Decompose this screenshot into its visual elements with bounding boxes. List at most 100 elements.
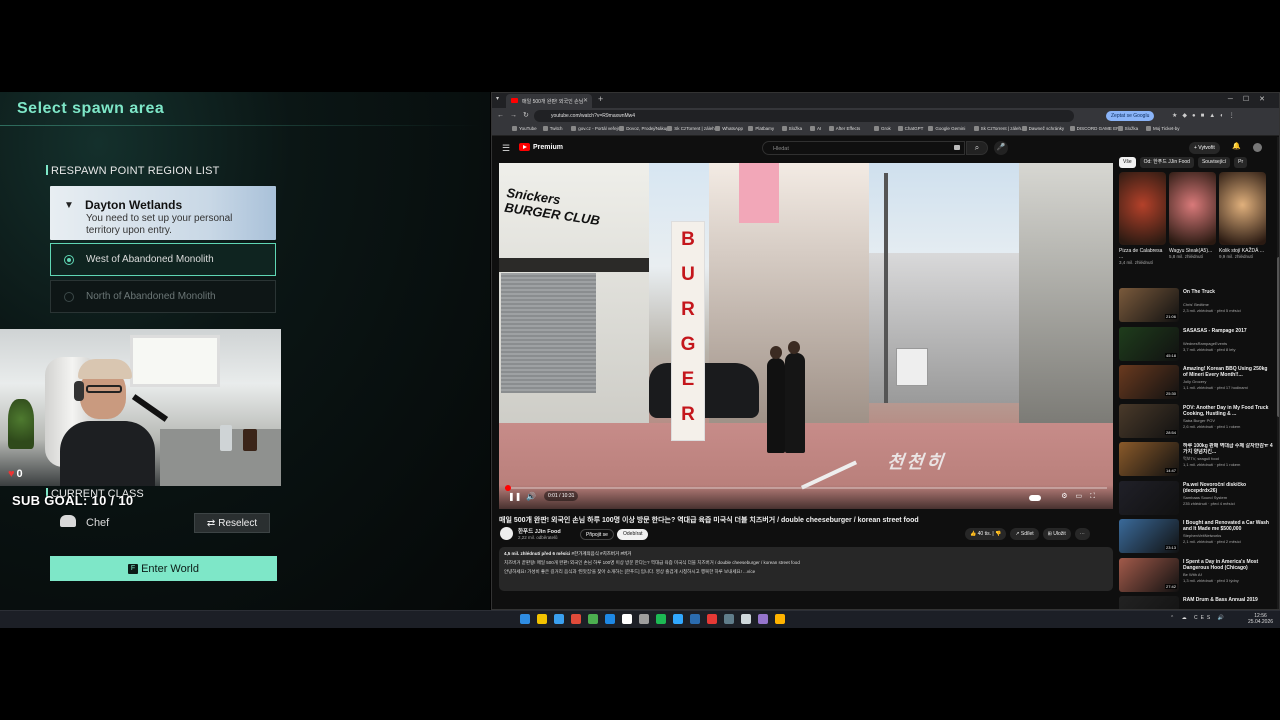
clock[interactable]: 12:56 25.04.2026	[1248, 613, 1273, 625]
short-card[interactable]: Wagyu Steak(A5)... 5,8 mil. zhlédnutí	[1169, 172, 1216, 259]
like-button[interactable]: 👍 40 tis. | 👎	[965, 528, 1007, 540]
bell-icon[interactable]: 🔔	[1232, 142, 1241, 150]
spawn-option-north-monolith[interactable]: North of Abandoned Monolith	[50, 280, 276, 313]
video-title[interactable]: POV: Another Day in My Food Truck Cookin…	[1183, 405, 1273, 417]
ask-google-button[interactable]: Zeptat se Googlu	[1106, 111, 1155, 121]
enter-world-button[interactable]: F Enter World	[50, 556, 277, 581]
save-button[interactable]: ⊞ Uložit	[1042, 528, 1071, 540]
filter-chip[interactable]: Související	[1197, 157, 1231, 168]
search-input[interactable]: Hledat	[762, 141, 965, 155]
short-card[interactable]: Pizza de Calabresa ... 3,4 mil. zhlédnutí	[1119, 172, 1166, 265]
steam-icon[interactable]	[605, 614, 615, 624]
channel-name[interactable]: 한푸드 JJin Food	[518, 527, 561, 535]
app-icon[interactable]	[758, 614, 768, 624]
app-icon[interactable]	[588, 614, 598, 624]
progress-bar[interactable]	[505, 485, 1107, 491]
bookmark-item[interactable]: Dovoz, Prodej/Nákup...	[619, 126, 672, 131]
search-icon[interactable]: ⌕	[966, 141, 988, 155]
app-icon[interactable]	[724, 614, 734, 624]
app-icon[interactable]	[690, 614, 700, 624]
channel-avatar[interactable]	[500, 527, 513, 540]
window-controls[interactable]: ─☐✕	[1228, 95, 1275, 103]
video-thumbnail[interactable]	[1119, 596, 1179, 609]
recommended-video[interactable]: 14:47 하루 100kg 판매 역대급 수제 갈자한감ㅠ 4가지 양념치킨..…	[1119, 441, 1275, 480]
new-tab-icon[interactable]: +	[598, 94, 603, 104]
file-explorer-icon[interactable]	[537, 614, 547, 624]
video-thumbnail[interactable]	[1119, 480, 1179, 515]
progress-knob[interactable]	[505, 485, 511, 491]
recommended-video[interactable]: 28:54 POV: Another Day in My Food Truck C…	[1119, 403, 1275, 442]
bookmark-item[interactable]: Složka	[1118, 126, 1139, 131]
notepad-icon[interactable]	[622, 614, 632, 624]
bookmark-item[interactable]: Twitch	[543, 126, 563, 131]
bookmark-item[interactable]: After Effects	[829, 126, 860, 131]
create-button[interactable]: + Vytvořit	[1189, 142, 1220, 154]
autoplay-toggle[interactable]	[1029, 495, 1041, 501]
volume-icon[interactable]: 🔊	[526, 492, 536, 501]
player-right-controls[interactable]: ⚙▭⛶	[1061, 492, 1103, 501]
recommended-video[interactable]: Pa.wei Novoroční diskíčko (decepdrdx26) S…	[1119, 480, 1275, 519]
recommended-video[interactable]: 27:42 I Spent a Day in America's Most Dan…	[1119, 557, 1275, 596]
spotify-icon[interactable]	[656, 614, 666, 624]
recommended-video[interactable]: 23:13 I Bought and Renovated a Car Wash a…	[1119, 518, 1275, 557]
start-icon[interactable]	[520, 614, 530, 624]
video-title[interactable]: On The Truck	[1183, 289, 1273, 295]
app-icon[interactable]	[741, 614, 751, 624]
bookmark-item[interactable]: Google Gemini	[928, 126, 965, 131]
video-title[interactable]: 하루 100kg 판매 역대급 수제 갈자한감ㅠ 4가지 양념치킨...	[1183, 443, 1273, 455]
video-title[interactable]: I Bought and Renovated a Car Wash and It…	[1183, 520, 1273, 532]
filter-chip[interactable]: Vše	[1119, 157, 1136, 168]
photoshop-icon[interactable]	[673, 614, 683, 624]
filter-chip[interactable]: Pr	[1234, 157, 1248, 168]
video-title[interactable]: Amazing! Korean BBQ Using 250kg of Miner…	[1183, 366, 1273, 378]
bookmark-item[interactable]: Dawnež schránky	[1022, 126, 1065, 131]
share-button[interactable]: ↗ Sdílet	[1010, 528, 1039, 540]
nav-buttons[interactable]: ←→↻	[497, 111, 535, 119]
recommended-video[interactable]: RAM Drum & Bass Annual 2019	[1119, 595, 1275, 609]
bookmark-item[interactable]: Složka	[782, 126, 803, 131]
bookmark-item[interactable]: Moj Ticket-by	[1146, 126, 1180, 131]
bookmark-item[interactable]: AI	[810, 126, 821, 131]
keyboard-icon[interactable]	[954, 145, 960, 150]
tab-search-icon[interactable]: ▾	[496, 95, 499, 102]
app-icon[interactable]	[775, 614, 785, 624]
join-button[interactable]: Připojit se	[580, 529, 614, 540]
avatar[interactable]	[1253, 143, 1262, 152]
system-tray[interactable]: ⌃ ☁ CES 🔊	[1170, 615, 1227, 621]
bookmark-item[interactable]: Platbamy	[748, 126, 774, 131]
video-title[interactable]: Pa.wei Novoroční diskíčko (decepdrdx26)	[1183, 482, 1273, 494]
video-player[interactable]: Snickers BURGER CLUB 천천히 BURGER ❚❚ 🔊 0:01…	[499, 163, 1113, 509]
tab-youtube[interactable]: 매일 500개 완판! 외국인 손님 ✕	[506, 94, 592, 108]
video-title[interactable]: RAM Drum & Bass Annual 2019	[1183, 597, 1273, 603]
short-thumbnail[interactable]	[1219, 172, 1266, 245]
browser-icon[interactable]	[554, 614, 564, 624]
short-card[interactable]: Kolik stojí KAŽDÁ ... 9,9 mil. zhlédnutí	[1219, 172, 1266, 259]
short-thumbnail[interactable]	[1119, 172, 1166, 245]
hamburger-icon[interactable]: ☰	[502, 143, 510, 154]
bookmark-item[interactable]: Sk CzTorrent | záleh...	[667, 126, 718, 131]
region-card-dayton-wetlands[interactable]: ▼ Dayton Wetlands You need to set up you…	[50, 186, 276, 240]
video-description[interactable]: 4,5 mil. zhlédnutí před 6 měsíci #한가게의음식…	[499, 547, 1113, 591]
bookmark-item[interactable]: Grok	[874, 126, 891, 131]
video-title[interactable]: I Spent a Day in America's Most Dangerou…	[1183, 559, 1273, 571]
reselect-button[interactable]: ⇄ Reselect	[194, 513, 270, 533]
subscribe-button[interactable]: Odebírat	[617, 529, 649, 540]
bookmark-item[interactable]: DISCORD GAME ER...	[1070, 126, 1124, 131]
short-title[interactable]: Pizza de Calabresa ...	[1119, 248, 1166, 260]
bookmark-item[interactable]: WhatsApp	[715, 126, 743, 131]
bookmark-item[interactable]: Sk CzTorrent | záleh...	[974, 126, 1025, 131]
mic-icon[interactable]: 🎤	[994, 141, 1008, 155]
app-icon[interactable]	[707, 614, 717, 624]
bookmark-item[interactable]: YouTube	[512, 126, 537, 131]
extension-icons[interactable]: ★◆●■▲◐⋮	[1172, 112, 1240, 119]
bookmark-item[interactable]: ChatGPT	[898, 126, 924, 131]
recommended-video[interactable]: 45:18 SASASAS - Rampage 2017 WednesRampage…	[1119, 326, 1275, 365]
filter-chip[interactable]: Od: 한푸드 JJin Food	[1139, 157, 1194, 168]
chrome-icon[interactable]	[571, 614, 581, 624]
bookmark-item[interactable]: gov.cz - Portál veřejn...	[571, 126, 624, 131]
app-icon[interactable]	[639, 614, 649, 624]
url-input[interactable]: youtube.com/watch?v=R9maxwnMw4	[534, 110, 1074, 122]
recommended-video[interactable]: 25:30 Amazing! Korean BBQ Using 250kg of …	[1119, 364, 1275, 403]
recommended-video[interactable]: 21:06 On The Truck Chris' Bedtime 2,3 mil. …	[1119, 287, 1275, 326]
pause-icon[interactable]: ❚❚	[508, 492, 521, 501]
